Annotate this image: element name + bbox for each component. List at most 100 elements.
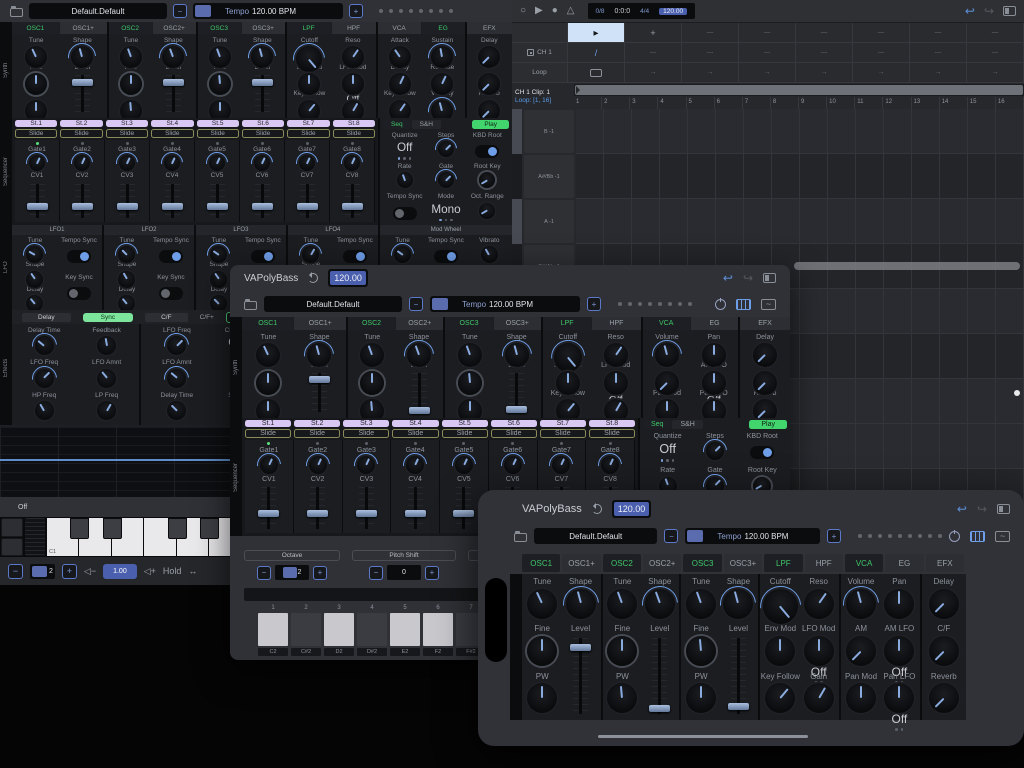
note-cell[interactable] <box>688 154 716 199</box>
gate5-knob[interactable] <box>455 456 473 474</box>
octave-plus-button[interactable]: + <box>62 564 77 579</box>
tab-osc3[interactable]: OSC3 <box>445 317 492 330</box>
tune-knob[interactable] <box>302 246 319 263</box>
clip-cell-dots3[interactable]: --- <box>796 43 853 62</box>
clip-cell-slash[interactable]: / <box>568 43 625 62</box>
panel-toggle-icon[interactable] <box>763 273 776 283</box>
level-slider[interactable] <box>75 75 90 112</box>
note-cell[interactable] <box>800 109 828 154</box>
pan-mod-knob[interactable] <box>846 683 876 713</box>
redo-button[interactable]: ↪ <box>743 272 753 284</box>
note-cell[interactable] <box>660 154 688 199</box>
clip-cell-dots3[interactable]: --- <box>967 43 1024 62</box>
cv2-slider[interactable] <box>75 184 90 218</box>
rate-knob[interactable] <box>397 172 413 188</box>
c-f-knob[interactable] <box>929 636 959 666</box>
preset-prev-button[interactable]: − <box>664 529 678 543</box>
tab-osc2[interactable]: OSC2 <box>603 554 641 572</box>
clip-cell-arrow[interactable]: → <box>853 63 910 82</box>
note-cell[interactable] <box>912 199 940 244</box>
fine-knob[interactable] <box>458 371 482 395</box>
clip-cell-dots3[interactable]: --- <box>910 43 967 62</box>
steps-knob[interactable] <box>706 442 724 460</box>
reverb-knob[interactable] <box>929 683 959 713</box>
tempo-field[interactable]: Tempo120.00 BPM <box>685 528 820 544</box>
feedback-knob[interactable] <box>97 336 116 355</box>
tab-osc1[interactable]: OSC1+ <box>60 22 107 34</box>
note-cell[interactable] <box>744 199 772 244</box>
gate4-knob[interactable] <box>406 456 424 474</box>
gate4-knob[interactable] <box>164 155 180 171</box>
note-cell[interactable] <box>716 154 744 199</box>
slider-handle[interactable] <box>258 510 279 517</box>
gate3-knob[interactable] <box>357 456 375 474</box>
tab-s-h[interactable]: S&H <box>672 420 702 429</box>
redo-button[interactable]: ↪ <box>984 5 994 17</box>
note-cell[interactable] <box>884 199 912 244</box>
step-button-3[interactable]: St.3 <box>106 120 148 127</box>
tab-osc2[interactable]: OSC2 <box>348 317 395 330</box>
play-button[interactable]: Play <box>472 120 509 129</box>
note-cell[interactable] <box>968 424 996 469</box>
tab-efx[interactable]: EFX <box>467 22 512 34</box>
level-slider[interactable] <box>573 638 588 714</box>
sync-icon[interactable] <box>592 504 602 514</box>
keyboard-icon[interactable] <box>970 531 985 542</box>
folder-icon[interactable] <box>244 301 257 310</box>
octave-field[interactable]: 2 <box>30 564 55 579</box>
tab-eg[interactable]: EG <box>885 554 923 572</box>
note-cell[interactable] <box>912 109 940 154</box>
slide-button-8[interactable]: Slide <box>333 129 375 138</box>
decay-knob[interactable] <box>389 73 411 95</box>
note-cell[interactable] <box>912 379 940 424</box>
octave-field[interactable]: 2 <box>275 565 309 580</box>
lfo-amnt-knob[interactable] <box>167 369 186 388</box>
fx-tab-sync-1[interactable]: Sync <box>83 313 133 322</box>
quantize-value[interactable]: Off <box>397 141 412 155</box>
lp-freq-knob[interactable] <box>97 401 116 420</box>
clip-cell-loop[interactable] <box>568 63 625 82</box>
bottom-scrollbar[interactable] <box>598 735 808 738</box>
note-cell[interactable] <box>660 199 688 244</box>
note-cell[interactable] <box>940 109 968 154</box>
note-cell[interactable] <box>968 109 996 154</box>
note-cell[interactable] <box>772 199 800 244</box>
note-cell[interactable] <box>856 379 884 424</box>
fine-knob[interactable] <box>120 73 142 95</box>
cv5-slider[interactable] <box>456 487 471 529</box>
delay-time-knob[interactable] <box>35 336 54 355</box>
tab-lpf[interactable]: LPF <box>543 317 591 330</box>
note-cell[interactable] <box>968 289 996 334</box>
tune-knob[interactable] <box>210 246 227 263</box>
rate-field[interactable]: 1.00 <box>103 564 137 579</box>
note-cell[interactable] <box>604 109 632 154</box>
delay-time-knob[interactable] <box>167 401 186 420</box>
clip-cell-dash[interactable]: — <box>739 23 796 42</box>
cv3-slider[interactable] <box>120 184 135 218</box>
step-button-1[interactable]: St.1 <box>245 420 291 427</box>
note-cell[interactable] <box>856 424 884 469</box>
pitch-shift-minus-button[interactable]: − <box>369 566 383 580</box>
slider-handle[interactable] <box>506 406 527 413</box>
gate8-knob[interactable] <box>601 456 619 474</box>
slide-button-4[interactable]: Slide <box>392 429 438 438</box>
clip-cell-arrow[interactable]: → <box>796 63 853 82</box>
tune-knob[interactable] <box>394 246 411 263</box>
level-slider[interactable] <box>255 75 270 112</box>
note-cell[interactable] <box>856 109 884 154</box>
step-button-1[interactable]: St.1 <box>15 120 57 127</box>
env-mod-knob[interactable] <box>556 371 580 395</box>
cv4-slider[interactable] <box>408 487 423 529</box>
note-cell[interactable] <box>996 424 1024 469</box>
panel-toggle-icon[interactable] <box>997 504 1010 514</box>
note-cell[interactable] <box>800 154 828 199</box>
oct-range-knob[interactable] <box>479 203 495 219</box>
tab-hpf[interactable]: HPF <box>332 22 376 34</box>
note-cell[interactable] <box>800 424 828 469</box>
tab-osc3[interactable]: OSC3 <box>683 554 721 572</box>
lfo-freq-knob[interactable] <box>167 336 186 355</box>
step-button-6[interactable]: St.6 <box>242 120 284 127</box>
slider-handle[interactable] <box>297 203 318 210</box>
vibrato-knob[interactable] <box>481 246 498 263</box>
clip-cell-arrow[interactable]: → <box>739 63 796 82</box>
